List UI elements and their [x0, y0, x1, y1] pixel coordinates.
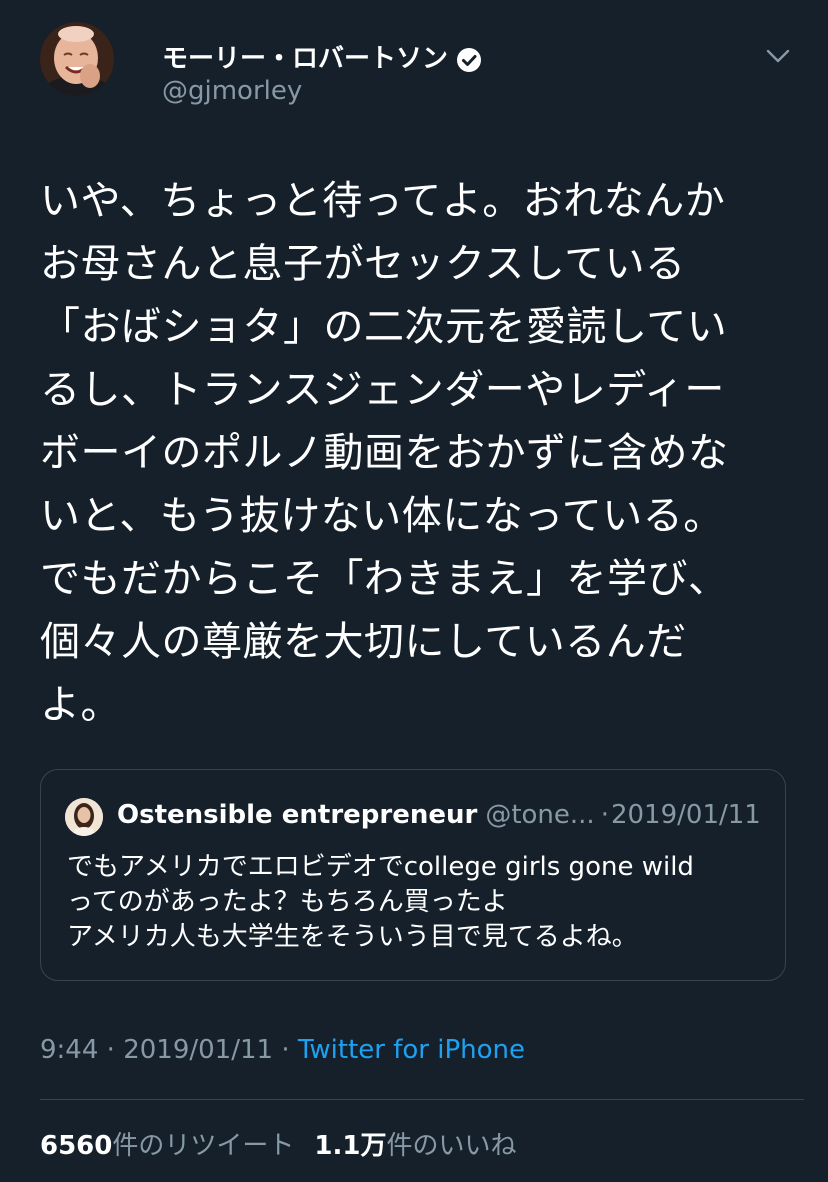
tweet-time: 9:44 — [40, 1035, 99, 1065]
likes-count: 1.1万 — [314, 1131, 387, 1161]
quoted-author-handle: @tone... — [485, 800, 595, 830]
tweet-stats: 6560件のリツイート 1.1万件のいいね — [40, 1125, 516, 1162]
quoted-author-avatar-image — [65, 798, 103, 836]
tweet-date: 2019/01/11 — [123, 1035, 274, 1065]
quoted-author-name: Ostensible entrepreneur — [117, 800, 478, 830]
retweets-stat[interactable]: 6560件のリツイート — [40, 1131, 294, 1161]
author-avatar[interactable] — [40, 22, 114, 96]
retweets-label: 件のリツイート — [112, 1131, 295, 1161]
tweet-meta: 9:44 · 2019/01/11 · Twitter for iPhone — [40, 1035, 525, 1065]
tweet-text: いや、ちょっと待ってよ。おれなんか お母さんと息子がセックスしている 「おばショ… — [40, 178, 729, 728]
meta-separator-2: · — [281, 1035, 290, 1065]
verified-badge-icon — [457, 47, 482, 72]
quoted-tweet[interactable]: Ostensible entrepreneur @tone... ·2019/01/… — [40, 769, 786, 981]
meta-separator: · — [106, 1035, 115, 1065]
quoted-header: Ostensible entrepreneur @tone... ·2019/01/… — [117, 800, 761, 830]
tweet-header: モーリー・ロバートソン @gjmorley — [40, 22, 800, 132]
quoted-author-avatar — [65, 798, 103, 836]
quoted-separator: · — [600, 800, 609, 830]
author-name-row[interactable]: モーリー・ロバートソン — [162, 38, 482, 75]
author-avatar-image — [40, 22, 114, 96]
retweets-count: 6560 — [40, 1131, 113, 1161]
author-handle[interactable]: @gjmorley — [162, 76, 302, 106]
quoted-date: 2019/01/11 — [610, 800, 761, 830]
quoted-text: でもアメリカでエロビデオでcollege girls gone wild っての… — [67, 852, 694, 952]
likes-stat[interactable]: 1.1万件のいいね — [314, 1131, 516, 1161]
tweet-source-link[interactable]: Twitter for iPhone — [298, 1035, 525, 1065]
author-name[interactable]: モーリー・ロバートソン — [162, 44, 448, 74]
likes-label: 件のいいね — [386, 1131, 517, 1161]
divider — [40, 1099, 804, 1100]
chevron-down-icon[interactable] — [765, 46, 791, 66]
